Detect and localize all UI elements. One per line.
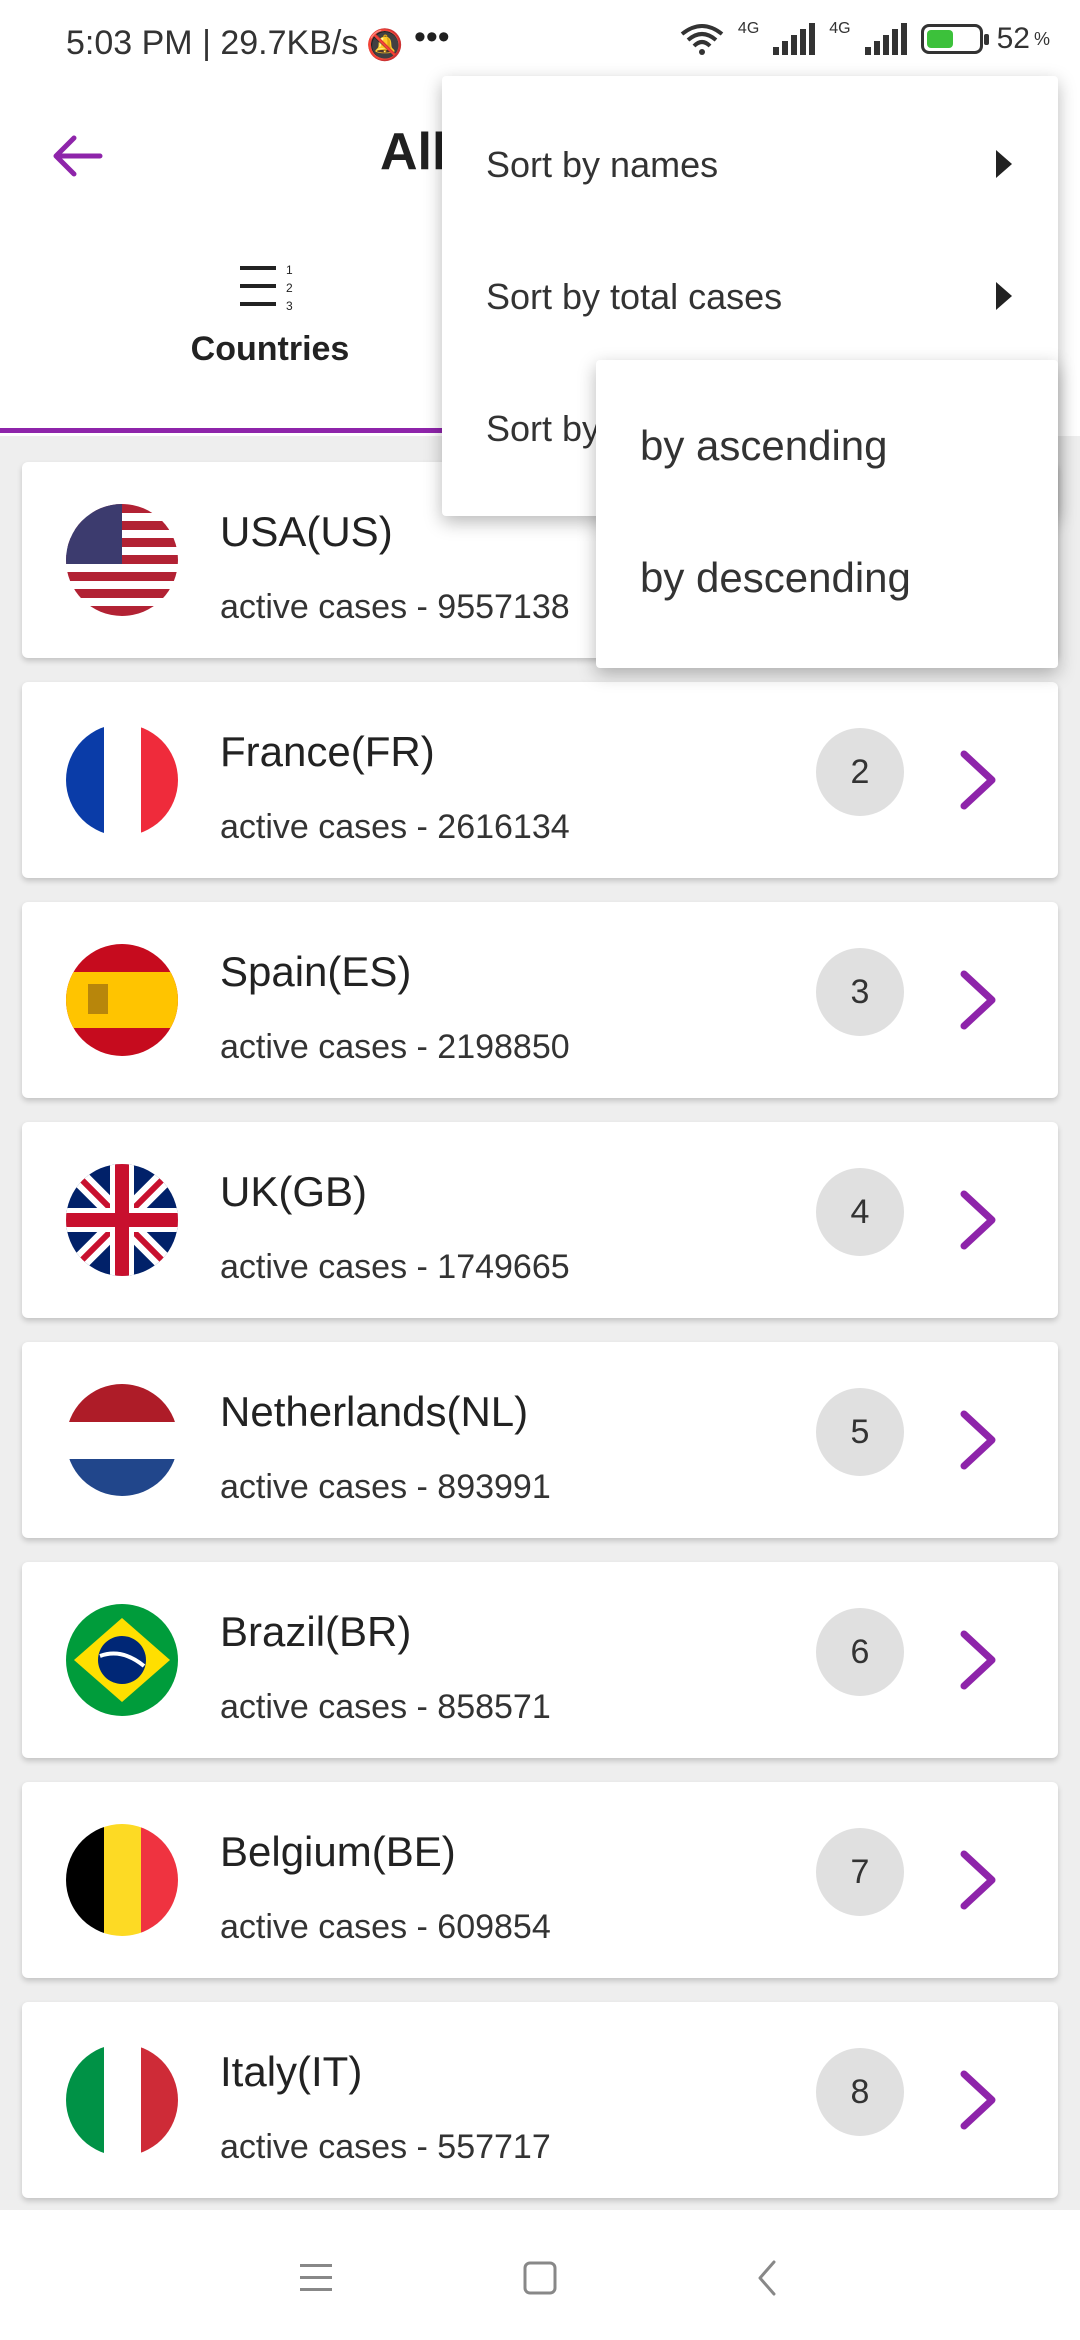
active-cases: active cases - 9557138	[220, 588, 570, 626]
rank-badge: 7	[816, 1828, 904, 1916]
percent-sign: %	[1033, 28, 1050, 49]
system-nav-bar	[0, 2210, 1080, 2340]
wifi-icon	[680, 24, 724, 55]
country-name: USA(US)	[220, 508, 393, 555]
es-flag-icon	[66, 944, 178, 1056]
home-nav-icon[interactable]	[510, 2248, 570, 2308]
submenu-arrow-icon	[996, 150, 1012, 178]
rank-badge: 8	[816, 2048, 904, 2136]
chevron-right-icon[interactable]	[952, 1188, 1004, 1252]
chevron-right-icon[interactable]	[952, 1408, 1004, 1472]
active-cases: active cases - 858571	[220, 1688, 551, 1726]
list-item[interactable]: Belgium(BE) active cases - 609854 7	[22, 1782, 1058, 1978]
country-name: Italy(IT)	[220, 2048, 363, 2095]
svg-text:1: 1	[286, 263, 293, 277]
battery-icon	[920, 24, 989, 54]
list-item[interactable]: Spain(ES) active cases - 2198850 3	[22, 902, 1058, 1098]
nl-flag-icon	[66, 1384, 178, 1496]
chevron-right-icon[interactable]	[952, 2068, 1004, 2132]
active-cases: active cases - 609854	[220, 1908, 551, 1946]
list-item[interactable]: France(FR) active cases - 2616134 2	[22, 682, 1058, 878]
signal-icon	[773, 23, 816, 55]
country-name: France(FR)	[220, 728, 435, 775]
chevron-right-icon[interactable]	[952, 748, 1004, 812]
menu-item-sort-by-names[interactable]: Sort by names	[486, 144, 718, 186]
notification-muted-icon: 🔕	[366, 29, 404, 62]
svg-text:2: 2	[286, 281, 293, 295]
be-flag-icon	[66, 1824, 178, 1936]
rank-badge: 6	[816, 1608, 904, 1696]
country-name: Brazil(BR)	[220, 1608, 412, 1655]
menu-item-sort-by-total-cases[interactable]: Sort by total cases	[486, 276, 782, 318]
list-item[interactable]: Brazil(BR) active cases - 858571 6	[22, 1562, 1058, 1758]
sort-submenu: by ascending by descending	[596, 360, 1058, 668]
country-name: Belgium(BE)	[220, 1828, 456, 1875]
it-flag-icon	[66, 2044, 178, 2156]
country-name: UK(GB)	[220, 1168, 367, 1215]
back-arrow-icon[interactable]	[48, 126, 108, 186]
more-dots-icon: •••	[414, 18, 450, 56]
submenu-item-descending[interactable]: by descending	[640, 554, 911, 602]
back-nav-icon[interactable]	[738, 2248, 798, 2308]
chevron-right-icon[interactable]	[952, 1848, 1004, 1912]
menu-nav-icon[interactable]	[286, 2248, 346, 2308]
svg-text:3: 3	[286, 299, 293, 313]
rank-badge: 3	[816, 948, 904, 1036]
gb-flag-icon	[66, 1164, 178, 1276]
country-name: Spain(ES)	[220, 948, 412, 995]
numbered-list-icon: 1 2 3	[240, 263, 293, 313]
rank-badge: 2	[816, 728, 904, 816]
active-cases: active cases - 557717	[220, 2128, 551, 2166]
active-cases: active cases - 893991	[220, 1468, 551, 1506]
battery-percent: 52	[996, 22, 1030, 55]
us-flag-icon	[66, 504, 178, 616]
menu-item-sort-by[interactable]: Sort by	[486, 408, 600, 450]
rank-badge: 5	[816, 1388, 904, 1476]
status-time: 5:03 PM | 29.7KB/s	[66, 24, 359, 62]
list-item[interactable]: Italy(IT) active cases - 557717 8	[22, 2002, 1058, 2198]
signal-icon	[864, 23, 907, 55]
chevron-right-icon[interactable]	[952, 968, 1004, 1032]
list-item[interactable]: Netherlands(NL) active cases - 893991 5	[22, 1342, 1058, 1538]
country-name: Netherlands(NL)	[220, 1388, 529, 1435]
rank-badge: 4	[816, 1168, 904, 1256]
submenu-item-ascending[interactable]: by ascending	[640, 422, 888, 470]
page-title: All	[380, 123, 447, 181]
list-item[interactable]: UK(GB) active cases - 1749665 4	[22, 1122, 1058, 1318]
active-cases: active cases - 1749665	[220, 1248, 570, 1286]
br-flag-icon	[66, 1604, 178, 1716]
chevron-right-icon[interactable]	[952, 1628, 1004, 1692]
submenu-arrow-icon	[996, 282, 1012, 310]
network-type-1: 4G	[737, 20, 760, 37]
fr-flag-icon	[66, 724, 178, 836]
active-cases: active cases - 2198850	[220, 1028, 570, 1066]
network-type-2: 4G	[829, 20, 851, 37]
active-cases: active cases - 2616134	[220, 808, 570, 846]
